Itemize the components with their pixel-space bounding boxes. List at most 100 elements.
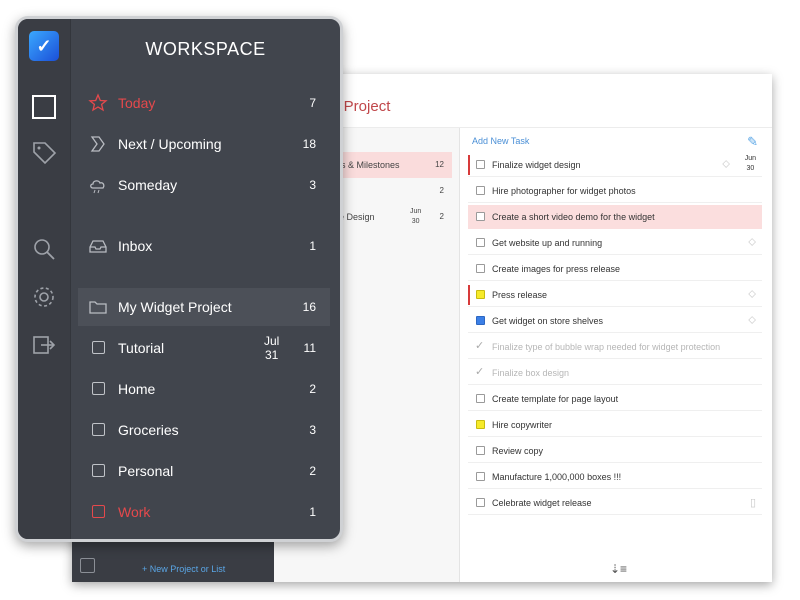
task-checkbox[interactable] xyxy=(476,212,485,221)
inbox-icon xyxy=(88,236,108,256)
section-date-month: Jun xyxy=(410,208,422,215)
nav-item-tutorial[interactable]: Tutorial Jul 31 11 xyxy=(78,329,330,367)
checkmark-icon[interactable]: ✓ xyxy=(475,339,484,352)
nav-count: 1 xyxy=(309,505,316,519)
tag-icon[interactable]: ⬦ xyxy=(748,288,756,301)
task-checkbox[interactable] xyxy=(476,290,485,299)
app-logo-icon[interactable]: ✓ xyxy=(29,31,59,61)
tag-icon[interactable]: ⬦ xyxy=(748,314,756,327)
workspace-title: WORKSPACE xyxy=(145,39,266,59)
task-checkbox[interactable] xyxy=(476,264,485,273)
nav-count: 2 xyxy=(309,464,316,478)
task-text: Review copy xyxy=(492,446,544,456)
nav-count: 3 xyxy=(309,178,316,192)
sidebar-footer: + New Project or List xyxy=(72,540,274,582)
tasks-pane: Add New Task ✎ Finalize widget design ⬦ … xyxy=(460,128,772,582)
task-row[interactable]: Press release ⬦ xyxy=(468,283,762,307)
task-checkbox[interactable] xyxy=(476,446,485,455)
task-checkbox[interactable] xyxy=(476,186,485,195)
task-checkbox[interactable] xyxy=(476,316,485,325)
icon-rail: ✓ xyxy=(18,19,71,539)
section-count: 2 xyxy=(439,186,444,195)
list-checkbox[interactable] xyxy=(92,505,105,518)
nav-date-day: 31 xyxy=(264,348,279,362)
square-icon[interactable] xyxy=(30,93,58,121)
task-row[interactable]: Hire copywriter xyxy=(468,413,762,437)
nav-label: Next / Upcoming xyxy=(118,136,222,152)
pencil-icon[interactable]: ✎ xyxy=(747,134,758,150)
layout-icon[interactable] xyxy=(80,558,95,573)
add-task-button[interactable]: Add New Task xyxy=(472,136,529,146)
nav-item-home[interactable]: Home 2 xyxy=(78,370,330,408)
task-row[interactable]: Hire photographer for widget photos xyxy=(468,179,762,203)
task-text: Finalize widget design xyxy=(492,160,581,170)
nav-item-inbox[interactable]: Inbox 1 xyxy=(78,227,330,265)
section-date-day: 30 xyxy=(411,218,420,225)
task-checkbox[interactable] xyxy=(476,160,485,169)
task-checkbox[interactable] xyxy=(476,394,485,403)
nav-item-work[interactable]: Work 1 xyxy=(78,493,330,531)
new-project-link[interactable]: + New Project or List xyxy=(142,564,225,574)
task-checkbox[interactable] xyxy=(476,238,485,247)
note-icon[interactable]: ▯ xyxy=(750,496,756,509)
app-stage: + New Project or List et Project es & Mi… xyxy=(0,0,800,600)
workspace-sidebar: ✓ WORKSPACE Today 7 Next / Upcoming 18 S… xyxy=(15,16,343,542)
export-icon[interactable] xyxy=(30,331,58,359)
task-checkbox[interactable] xyxy=(476,472,485,481)
checkmark-icon[interactable]: ✓ xyxy=(475,365,484,378)
task-text: Hire photographer for widget photos xyxy=(492,186,636,196)
task-text: Press release xyxy=(492,290,548,300)
section-count: 2 xyxy=(439,212,444,221)
nav-label: My Widget Project xyxy=(118,299,232,315)
chevron-next-icon xyxy=(88,134,108,154)
task-row[interactable]: Get website up and running ⬦ xyxy=(468,231,762,255)
list-checkbox[interactable] xyxy=(92,341,105,354)
tag-icon[interactable]: ⬦ xyxy=(748,236,756,249)
star-icon xyxy=(88,93,108,113)
task-date-day: 30 xyxy=(746,165,755,172)
nav-item-today[interactable]: Today 7 xyxy=(78,84,330,122)
list-checkbox[interactable] xyxy=(92,382,105,395)
task-row[interactable]: Manufacture 1,000,000 boxes !!! xyxy=(468,465,762,489)
task-row[interactable]: Create images for press release xyxy=(468,257,762,281)
list-checkbox[interactable] xyxy=(92,464,105,477)
tag-icon[interactable] xyxy=(30,139,58,167)
task-row[interactable]: Create a short video demo for the widget xyxy=(468,205,762,229)
sort-icon[interactable]: ⇣≡ xyxy=(610,562,627,576)
task-text: Get widget on store shelves xyxy=(492,316,604,326)
gear-icon[interactable] xyxy=(30,283,58,311)
task-checkbox[interactable] xyxy=(476,420,485,429)
section-count: 12 xyxy=(435,160,444,169)
task-text: Create images for press release xyxy=(492,264,621,274)
nav-item-someday[interactable]: Someday 3 xyxy=(78,166,330,204)
nav-count: 16 xyxy=(302,300,316,314)
task-row[interactable]: ✓ Finalize type of bubble wrap needed fo… xyxy=(468,335,762,359)
task-text: Finalize box design xyxy=(492,368,570,378)
nav-item-groceries[interactable]: Groceries 3 xyxy=(78,411,330,449)
task-text: Celebrate widget release xyxy=(492,498,592,508)
priority-flag xyxy=(468,155,470,175)
nav-count: 7 xyxy=(309,96,316,110)
search-icon[interactable] xyxy=(30,235,58,263)
nav-label: Tutorial xyxy=(118,340,165,356)
nav-date-month: Jul xyxy=(264,334,280,348)
task-date: Jun 30 xyxy=(745,154,756,174)
nav-label: Work xyxy=(118,504,151,520)
section-date: Jun 30 xyxy=(410,207,421,227)
nav-count: 18 xyxy=(302,137,316,151)
task-row[interactable]: ✓ Finalize box design xyxy=(468,361,762,385)
nav-label: Groceries xyxy=(118,422,179,438)
task-row[interactable]: Finalize widget design ⬦ Jun 30 xyxy=(468,153,762,177)
nav-item-personal[interactable]: Personal 2 xyxy=(78,452,330,490)
task-text: Finalize type of bubble wrap needed for … xyxy=(492,342,721,352)
task-checkbox[interactable] xyxy=(476,498,485,507)
task-row[interactable]: Review copy xyxy=(468,439,762,463)
task-row[interactable]: Create template for page layout xyxy=(468,387,762,411)
nav-label: Home xyxy=(118,381,156,397)
nav-item-my-widget-project[interactable]: My Widget Project 16 xyxy=(78,288,330,326)
task-row[interactable]: Get widget on store shelves ⬦ xyxy=(468,309,762,333)
tag-icon[interactable]: ⬦ xyxy=(722,158,730,171)
task-row[interactable]: Celebrate widget release ▯ xyxy=(468,491,762,515)
nav-item-next-upcoming[interactable]: Next / Upcoming 18 xyxy=(78,125,330,163)
list-checkbox[interactable] xyxy=(92,423,105,436)
